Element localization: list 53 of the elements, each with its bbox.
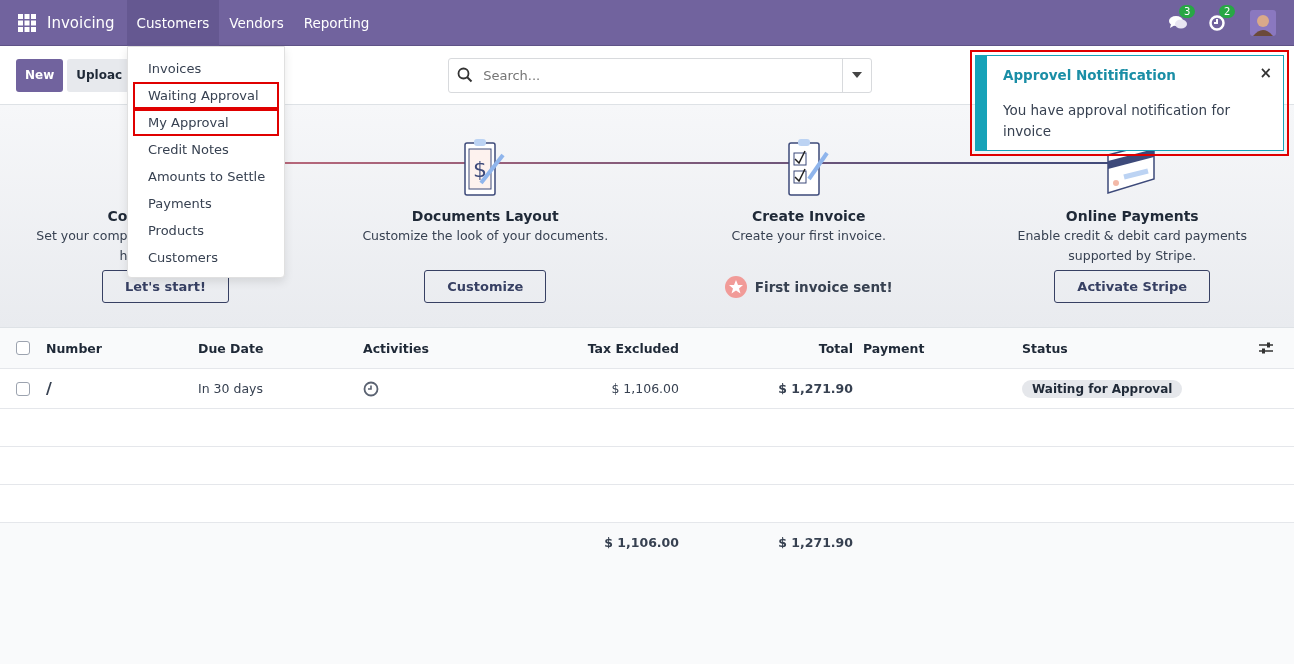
step-done-label: First invoice sent! xyxy=(754,278,893,295)
caret-icon xyxy=(852,72,863,78)
search-icon xyxy=(457,67,474,83)
column-header[interactable]: Payment xyxy=(853,340,1022,356)
column-header[interactable]: Total xyxy=(679,340,853,356)
step-description: Customize the look of your documents. xyxy=(362,228,609,244)
table-cell-text: $ 1,271.90 xyxy=(777,381,853,396)
menu-item[interactable]: Credit Notes xyxy=(133,136,279,163)
table-cell-text: $ 1,106.00 xyxy=(610,381,679,396)
new-button[interactable]: New xyxy=(16,58,64,92)
count-badge: 3 xyxy=(1179,4,1196,18)
menu-item[interactable]: Waiting Approval xyxy=(133,82,279,109)
step-title: Online Payments xyxy=(1065,208,1199,224)
menu-item[interactable]: Amounts to Settle xyxy=(133,163,279,190)
app-name: Invoicing xyxy=(47,13,115,32)
search-field[interactable]: Search... xyxy=(448,57,873,93)
step-title: Co xyxy=(107,208,128,224)
menu-item[interactable]: Customers xyxy=(133,244,279,271)
avatar[interactable] xyxy=(1250,9,1276,36)
menu-item[interactable]: Payments xyxy=(133,190,279,217)
step-title: Documents Layout xyxy=(411,208,559,224)
column-header[interactable]: Status xyxy=(1022,340,1258,356)
step-description: supported by Stripe. xyxy=(1068,248,1197,264)
menu-item[interactable]: Products xyxy=(133,217,279,244)
notification-message: You have approval notification for invoice xyxy=(1003,101,1231,141)
count-badge: 2 xyxy=(1219,4,1236,18)
column-header[interactable]: Activities xyxy=(363,340,470,356)
apps-menu-icon[interactable] xyxy=(18,13,36,32)
total-cell-text: $ 1,106.00 xyxy=(603,534,679,550)
total-cell-text: $ 1,271.90 xyxy=(777,534,853,550)
column-header[interactable]: Tax Excluded xyxy=(470,340,679,356)
step-description: Set your comp xyxy=(36,228,128,244)
column-header[interactable]: Number xyxy=(46,340,198,356)
step-description: h xyxy=(119,248,128,264)
step-button[interactable]: Activate Stripe xyxy=(1054,270,1211,303)
step-description: Create your first invoice. xyxy=(731,228,886,244)
table-cell-text: / xyxy=(46,379,53,398)
menu-item[interactable]: My Approval xyxy=(133,109,279,136)
select-all-checkbox[interactable] xyxy=(16,341,30,355)
step-description: Enable credit & debit card payments xyxy=(1017,228,1247,244)
row-checkbox[interactable] xyxy=(16,381,30,396)
nav-menu-item[interactable]: Customers xyxy=(126,0,220,46)
status-badge: Waiting for Approval xyxy=(1022,380,1183,398)
nav-menu-item[interactable]: Reporting xyxy=(293,0,380,46)
settings-sliders-icon[interactable] xyxy=(1258,341,1274,355)
notification-title: Approvel Notitification xyxy=(1003,67,1177,83)
nav-menu-item[interactable]: Vendors xyxy=(219,0,294,46)
column-header[interactable]: Due Date xyxy=(198,340,363,356)
clock-icon[interactable] xyxy=(363,380,379,397)
step-button[interactable]: Customize xyxy=(424,270,547,303)
close-button[interactable]: × xyxy=(1259,64,1272,82)
table-cell-text: In 30 days xyxy=(198,381,264,396)
step-title: Create Invoice xyxy=(751,208,866,224)
